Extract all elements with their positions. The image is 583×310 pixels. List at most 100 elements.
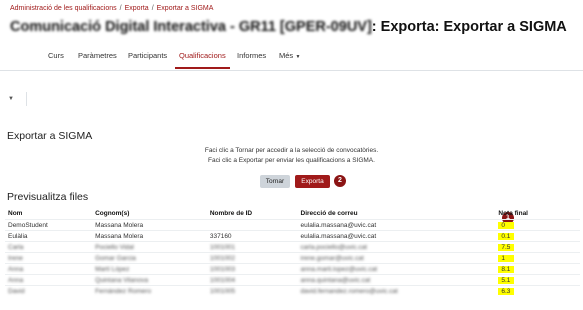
cell-id: 337160	[206, 230, 298, 242]
breadcrumb-grades-admin[interactable]: Administració de les qualificacions	[10, 5, 117, 12]
cell-surname: Massana Molera	[92, 219, 207, 231]
cell-name-value: Carla	[8, 243, 24, 251]
cell-name: Carla	[5, 241, 93, 253]
cell-name-value: DemoStudent	[8, 221, 48, 229]
cell-id-value: 1001001	[209, 243, 236, 251]
cell-id: 1001003	[206, 263, 298, 275]
breadcrumb-separator: /	[151, 5, 154, 12]
cell-final-grade: 0	[495, 219, 580, 231]
tab-settings[interactable]: Paràmetres	[78, 51, 117, 60]
cell-id-value: 1001004	[209, 276, 236, 284]
cell-surname: Gomar Garcia	[92, 252, 207, 264]
cell-surname-value: Martí López	[95, 265, 130, 273]
preview-title: Previsualitza files	[7, 191, 89, 203]
cell-surname: Massana Molera	[92, 230, 207, 242]
cell-name-value: Irene	[8, 254, 23, 262]
cell-email-value: eulalia.massana@uvic.cat	[300, 232, 377, 240]
step-badge: 2	[334, 175, 346, 187]
column-header-name: Nom	[8, 210, 23, 217]
cell-surname-value: Quintana Vilanova	[95, 276, 149, 284]
cell-id: 1001001	[206, 241, 298, 253]
breadcrumb: Administració de les qualificacions / Expo…	[10, 5, 213, 12]
cell-email: anna.marti.lopez@uvic.cat	[297, 263, 496, 275]
course-name: Comunicació Digital Interactiva - GR11 […	[10, 19, 372, 35]
cell-name: Anna	[5, 263, 93, 275]
page-title: Comunicació Digital Interactiva - GR11 […	[10, 19, 567, 35]
cell-email: eulalia.massana@uvic.cat	[297, 219, 496, 231]
column-header-id: Nombre de ID	[209, 210, 253, 217]
cell-surname: Fernández Romero	[92, 285, 207, 296]
cell-final-grade: 5.1	[495, 274, 580, 286]
table-row: Anna Quintana Vilanova 1001004 anna.quintan…	[5, 274, 580, 286]
cell-id-value: 337160	[209, 232, 232, 240]
cell-surname: Pociello Vidal	[92, 241, 207, 253]
chevron-down-icon[interactable]: ▼	[8, 96, 14, 102]
cell-name: Irene	[5, 252, 93, 264]
column-header-email: Direcció de correu	[300, 210, 358, 217]
cell-email-value: carla.pociello@uvic.cat	[300, 243, 368, 251]
cell-surname-value: Pociello Vidal	[95, 243, 134, 251]
cell-name: Eulàlia	[5, 230, 93, 242]
section-title: Exportar a SIGMA	[7, 130, 93, 142]
cell-final-grade: 6.3	[495, 285, 580, 296]
cell-name: Anna	[5, 274, 93, 286]
info-line-export: Faci clic a Exportar per enviar les qual…	[208, 157, 375, 164]
cell-surname: Quintana Vilanova	[92, 274, 207, 286]
table-row: Anna Martí López 1001003 anna.marti.lopez@u…	[5, 263, 580, 275]
cell-email: david.fernandez.romero@uvic.cat	[297, 285, 496, 296]
page-title-suffix: : Exporta: Exportar a SIGMA	[371, 19, 567, 35]
tab-more[interactable]: Més ▼	[279, 51, 301, 60]
table-row: David Fernández Romero 1001005 david.fernan…	[5, 285, 580, 296]
chevron-down-icon: ▼	[294, 54, 301, 60]
tab-participants[interactable]: Participants	[128, 51, 167, 60]
cell-id	[206, 219, 298, 231]
table-row: DemoStudent Massana Molera eulalia.massana…	[5, 219, 580, 231]
secondary-navigation: Curs Paràmetres Participants Qualificaci…	[0, 48, 583, 71]
final-grade-value: 5.1	[498, 276, 515, 284]
table-row: Carla Pociello Vidal 1001001 carla.pociello…	[5, 241, 580, 253]
cell-name-value: Eulàlia	[8, 232, 28, 240]
cell-email-value: irene.gomar@uvic.cat	[300, 254, 364, 262]
breadcrumb-export[interactable]: Exporta	[125, 5, 149, 12]
cell-name-value: Anna	[8, 276, 24, 284]
cell-email-value: eulalia.massana@uvic.cat	[300, 221, 377, 229]
export-button[interactable]: Exporta	[295, 175, 330, 188]
cell-name-value: Anna	[8, 265, 24, 273]
cell-surname-value: Gomar Garcia	[95, 254, 136, 262]
cell-final-grade: 8.1	[495, 263, 580, 275]
cell-name: DemoStudent	[5, 219, 93, 231]
cell-surname-value: Massana Molera	[95, 232, 144, 240]
final-grade-value: 1	[498, 254, 515, 262]
cell-id-value: 1001002	[209, 254, 236, 262]
final-grade-value: 7.5	[498, 243, 515, 251]
breadcrumb-export-sigma[interactable]: Exportar a SIGMA	[157, 5, 214, 12]
tab-more-label: Més	[279, 51, 294, 60]
cell-surname-value: Fernández Romero	[95, 287, 152, 295]
column-header-final-grade: Nota final	[498, 210, 528, 217]
table-row: Irene Gomar Garcia 1001002 irene.gomar@uvic…	[5, 252, 580, 264]
tab-reports[interactable]: Informes	[237, 51, 266, 60]
final-grade-value: 0	[498, 221, 515, 229]
cell-email-value: anna.marti.lopez@uvic.cat	[300, 265, 378, 273]
cell-email: irene.gomar@uvic.cat	[297, 252, 496, 264]
tab-grades[interactable]: Qualificacions	[175, 51, 230, 69]
divider	[26, 92, 27, 106]
info-line-back: Faci clic a Tornar per accedir a la sele…	[204, 147, 379, 154]
tab-course[interactable]: Curs	[48, 51, 64, 60]
table-row: Eulàlia Massana Molera 337160 eulalia.massa…	[5, 230, 580, 242]
preview-table: Nom Cognom(s) Nombre de ID Direcció de c…	[5, 208, 580, 296]
cell-final-grade: 1	[495, 252, 580, 264]
back-button[interactable]: Tornar	[260, 175, 290, 188]
table-header-row: Nom Cognom(s) Nombre de ID Direcció de c…	[5, 208, 580, 220]
cell-id-value: 1001005	[209, 287, 236, 295]
final-grade-value: 8.1	[498, 265, 515, 273]
cell-email: eulalia.massana@uvic.cat	[297, 230, 496, 242]
cell-email: carla.pociello@uvic.cat	[297, 241, 496, 253]
cell-email-value: david.fernandez.romero@uvic.cat	[300, 287, 398, 295]
cell-id-value: 1001003	[209, 265, 236, 273]
cell-email-value: anna.quintana@uvic.cat	[300, 276, 371, 284]
column-header-surname: Cognom(s)	[95, 210, 130, 217]
cell-final-grade: 7.5	[495, 241, 580, 253]
cell-surname-value: Massana Molera	[95, 221, 144, 229]
cell-name-value: David	[8, 287, 25, 295]
